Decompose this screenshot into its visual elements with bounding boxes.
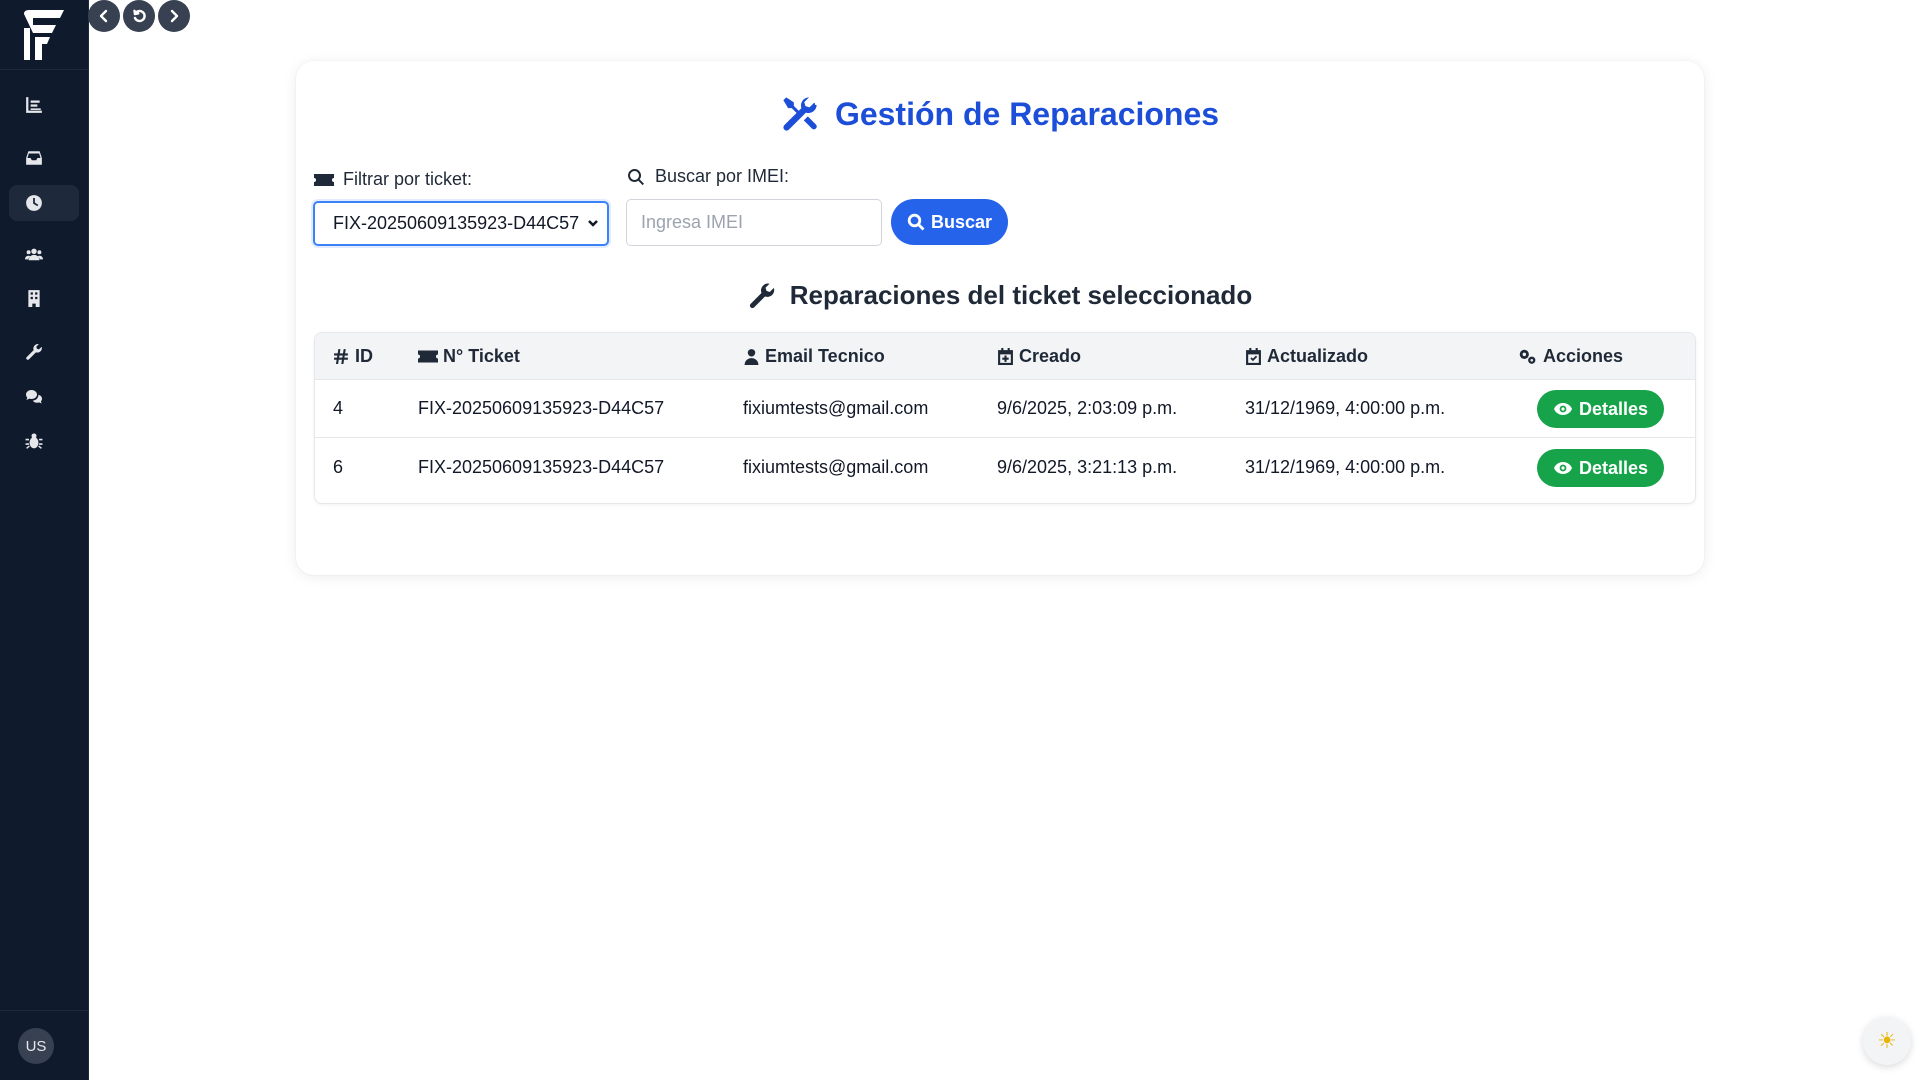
chevron-left-icon [99,9,108,23]
sidebar-divider [0,1010,88,1011]
ticket-icon [418,350,438,362]
sidebar-item-chat[interactable] [9,379,79,415]
filter-label-text: Filtrar por ticket: [343,169,473,189]
sun-icon: ☀ [1877,1028,1897,1053]
bug-icon [25,433,43,449]
sidebar-item-inbox[interactable] [9,140,79,176]
user-icon [744,348,759,365]
reload-button[interactable] [123,0,155,32]
cell-email: fixiumtests@gmail.com [743,397,929,418]
ticket-icon [314,173,334,186]
section-title-text: Reparaciones del ticket seleccionado [789,280,1253,310]
sidebar-item-history[interactable] [9,185,79,221]
column-header-label: Email Tecnico [765,345,885,366]
search-button[interactable]: Buscar [891,199,1008,245]
chevron-right-icon [170,9,179,23]
details-button-label: Detalles [1578,398,1649,419]
calendar-plus-icon [998,347,1013,365]
eye-icon [1553,462,1572,474]
repairs-card: Gestión de Reparaciones Filtrar por tick… [296,61,1704,575]
ticket-select-value: FIX-20250609135923-D44C57 [333,213,580,233]
calendar-check-icon [1246,347,1261,365]
forward-button[interactable] [158,0,190,32]
ticket-select[interactable]: FIX-20250609135923-D44C57 [313,201,609,246]
building-icon [28,290,40,307]
cell-ticket: FIX-20250609135923-D44C57 [418,397,665,418]
cell-email: fixiumtests@gmail.com [743,456,929,477]
details-button[interactable]: Detalles [1537,449,1664,487]
sidebar-item-dashboard[interactable] [9,87,79,123]
back-button[interactable] [88,0,120,32]
imei-input[interactable] [626,199,882,246]
page-title: Gestión de Reparaciones [296,95,1704,133]
sidebar-item-repairs[interactable] [9,334,79,370]
details-button-label: Detalles [1578,457,1649,478]
column-header-email: Email Tecnico [743,333,885,379]
sidebar-item-users[interactable] [9,236,79,272]
search-icon [907,213,925,231]
sidebar-divider [0,69,88,70]
clock-icon [26,195,42,211]
cell-id: 4 [333,397,344,418]
table-header: ID N° Ticket Email Tecnico Creado Actual… [315,333,1695,380]
sidebar-item-bugs[interactable] [9,423,79,459]
chevron-down-icon [588,220,598,227]
comments-icon [26,390,42,404]
cell-created: 9/6/2025, 2:03:09 p.m. [997,397,1178,418]
cell-updated: 31/12/1969, 4:00:00 p.m. [1245,397,1446,418]
sidebar-item-companies[interactable] [9,280,79,316]
page-title-text: Gestión de Reparaciones [834,95,1220,132]
section-title: Reparaciones del ticket seleccionado [296,280,1704,311]
column-header-actions: Acciones [1517,333,1623,379]
user-avatar[interactable]: US [18,1028,54,1064]
column-header-label: Creado [1019,345,1082,366]
search-button-label: Buscar [930,211,993,232]
search-icon [628,168,644,185]
imei-label-text: Buscar por IMEI: [655,166,790,186]
filter-label: Filtrar por ticket: [314,169,472,190]
column-header-ticket: N° Ticket [418,333,520,379]
browser-nav [88,0,190,32]
column-header-created: Creado [997,333,1081,379]
details-button[interactable]: Detalles [1537,390,1664,428]
repairs-table: ID N° Ticket Email Tecnico Creado Actual… [314,332,1696,504]
tools-icon [783,97,817,131]
imei-label: Buscar por IMEI: [626,166,789,187]
column-header-id: ID [333,333,373,379]
column-header-label: ID [355,345,373,366]
wrench-icon [26,344,42,360]
table-row: 4 FIX-20250609135923-D44C57 fixiumtests@… [315,379,1695,438]
cell-updated: 31/12/1969, 4:00:00 p.m. [1245,456,1446,477]
inbox-icon [26,151,42,165]
app-logo[interactable] [20,8,68,62]
column-header-updated: Actualizado [1245,333,1368,379]
column-header-label: Acciones [1543,345,1624,366]
theme-toggle-button[interactable]: ☀ [1863,1017,1911,1065]
chart-icon [26,97,42,113]
eye-icon [1553,403,1572,415]
cell-created: 9/6/2025, 3:21:13 p.m. [997,456,1178,477]
table-row: 6 FIX-20250609135923-D44C57 fixiumtests@… [315,438,1695,496]
hashtag-icon [334,348,348,364]
reload-icon [133,9,146,23]
gears-icon [1519,349,1536,364]
cell-ticket: FIX-20250609135923-D44C57 [418,456,665,477]
column-header-label: Actualizado [1267,345,1369,366]
users-icon [25,248,43,261]
wrench-icon [749,283,775,308]
column-header-label: N° Ticket [443,345,520,366]
cell-id: 6 [333,456,344,477]
sidebar: US [0,0,89,1080]
